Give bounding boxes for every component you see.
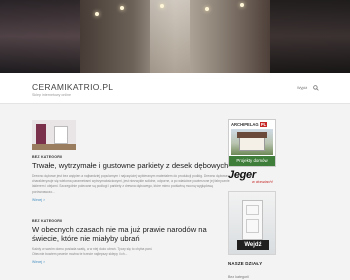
ceiling-light (160, 4, 164, 8)
ceiling-light (120, 6, 124, 10)
post-title[interactable]: Trwałe, wytrzymałe i gustowne parkiety z… (32, 161, 232, 170)
door-panel (246, 205, 259, 215)
ad-brand: ARCHIPELAG PL (231, 122, 268, 127)
header-banner-image (0, 0, 350, 73)
jeger-ad[interactable]: Jeger w drzwiach! (228, 169, 276, 189)
post-card: BEZ KATEGORII Trwałe, wytrzymałe i gusto… (32, 120, 232, 202)
thumb-window (54, 126, 68, 144)
door-image (242, 200, 263, 240)
ad-brand-suffix: PL (259, 122, 268, 127)
ad-cta: Wejdź (237, 240, 269, 250)
ad-house-image (231, 129, 273, 155)
post-category[interactable]: BEZ KATEGORII (32, 219, 232, 223)
clothing-rack-left (0, 0, 80, 73)
post-excerpt: Drewno dębowe jest bez wątpien a najbard… (32, 174, 230, 194)
archipelag-ad[interactable]: ARCHIPELAG PL Projekty domów (228, 119, 276, 167)
read-more-link[interactable]: Wiecej > (32, 260, 232, 264)
door-ad[interactable]: Wejdź (228, 191, 276, 255)
sidebar: ARCHIPELAG PL Projekty domów Jeger w drz… (228, 119, 276, 279)
house-facade (239, 137, 265, 151)
read-more-link[interactable]: Wiecej > (32, 198, 232, 202)
sidebar-heading: NASZE DZIAŁY (228, 261, 263, 266)
ceiling-light (205, 7, 209, 11)
thumb-floor (32, 144, 76, 150)
ceiling-light (95, 12, 99, 16)
ceiling-light (240, 3, 244, 7)
site-title[interactable]: CERAMIKATRIO.PL (32, 82, 113, 92)
door-panel (246, 219, 259, 233)
site-description: Sklep internetowy online (32, 93, 71, 97)
site-header: CERAMIKATRIO.PL Sklep internetowy online… (0, 73, 350, 104)
thumb-wall-panel (36, 124, 46, 146)
post-card: BEZ KATEGORII W obecnych czasach nie ma … (32, 214, 232, 264)
store-aisle (150, 0, 190, 73)
post-thumbnail[interactable] (32, 120, 76, 150)
sidebar-category-link[interactable]: Bez kategorii (228, 275, 276, 279)
search-icon[interactable] (313, 85, 319, 91)
ad-brand-name: ARCHIPELAG (231, 122, 259, 127)
post-category[interactable]: BEZ KATEGORII (32, 155, 232, 159)
nav-link[interactable]: Wyjdź (297, 86, 307, 90)
post-excerpt: Każdy w swoim domu posiada szafę, a w ni… (32, 247, 153, 257)
clothing-rack-right (270, 0, 350, 73)
ad-tagline: w drzwiach! (252, 179, 273, 184)
ad-cta: Projekty domów (229, 156, 275, 166)
post-title[interactable]: W obecnych czasach nie ma już prawie nar… (32, 225, 232, 243)
house-roof (237, 132, 267, 138)
